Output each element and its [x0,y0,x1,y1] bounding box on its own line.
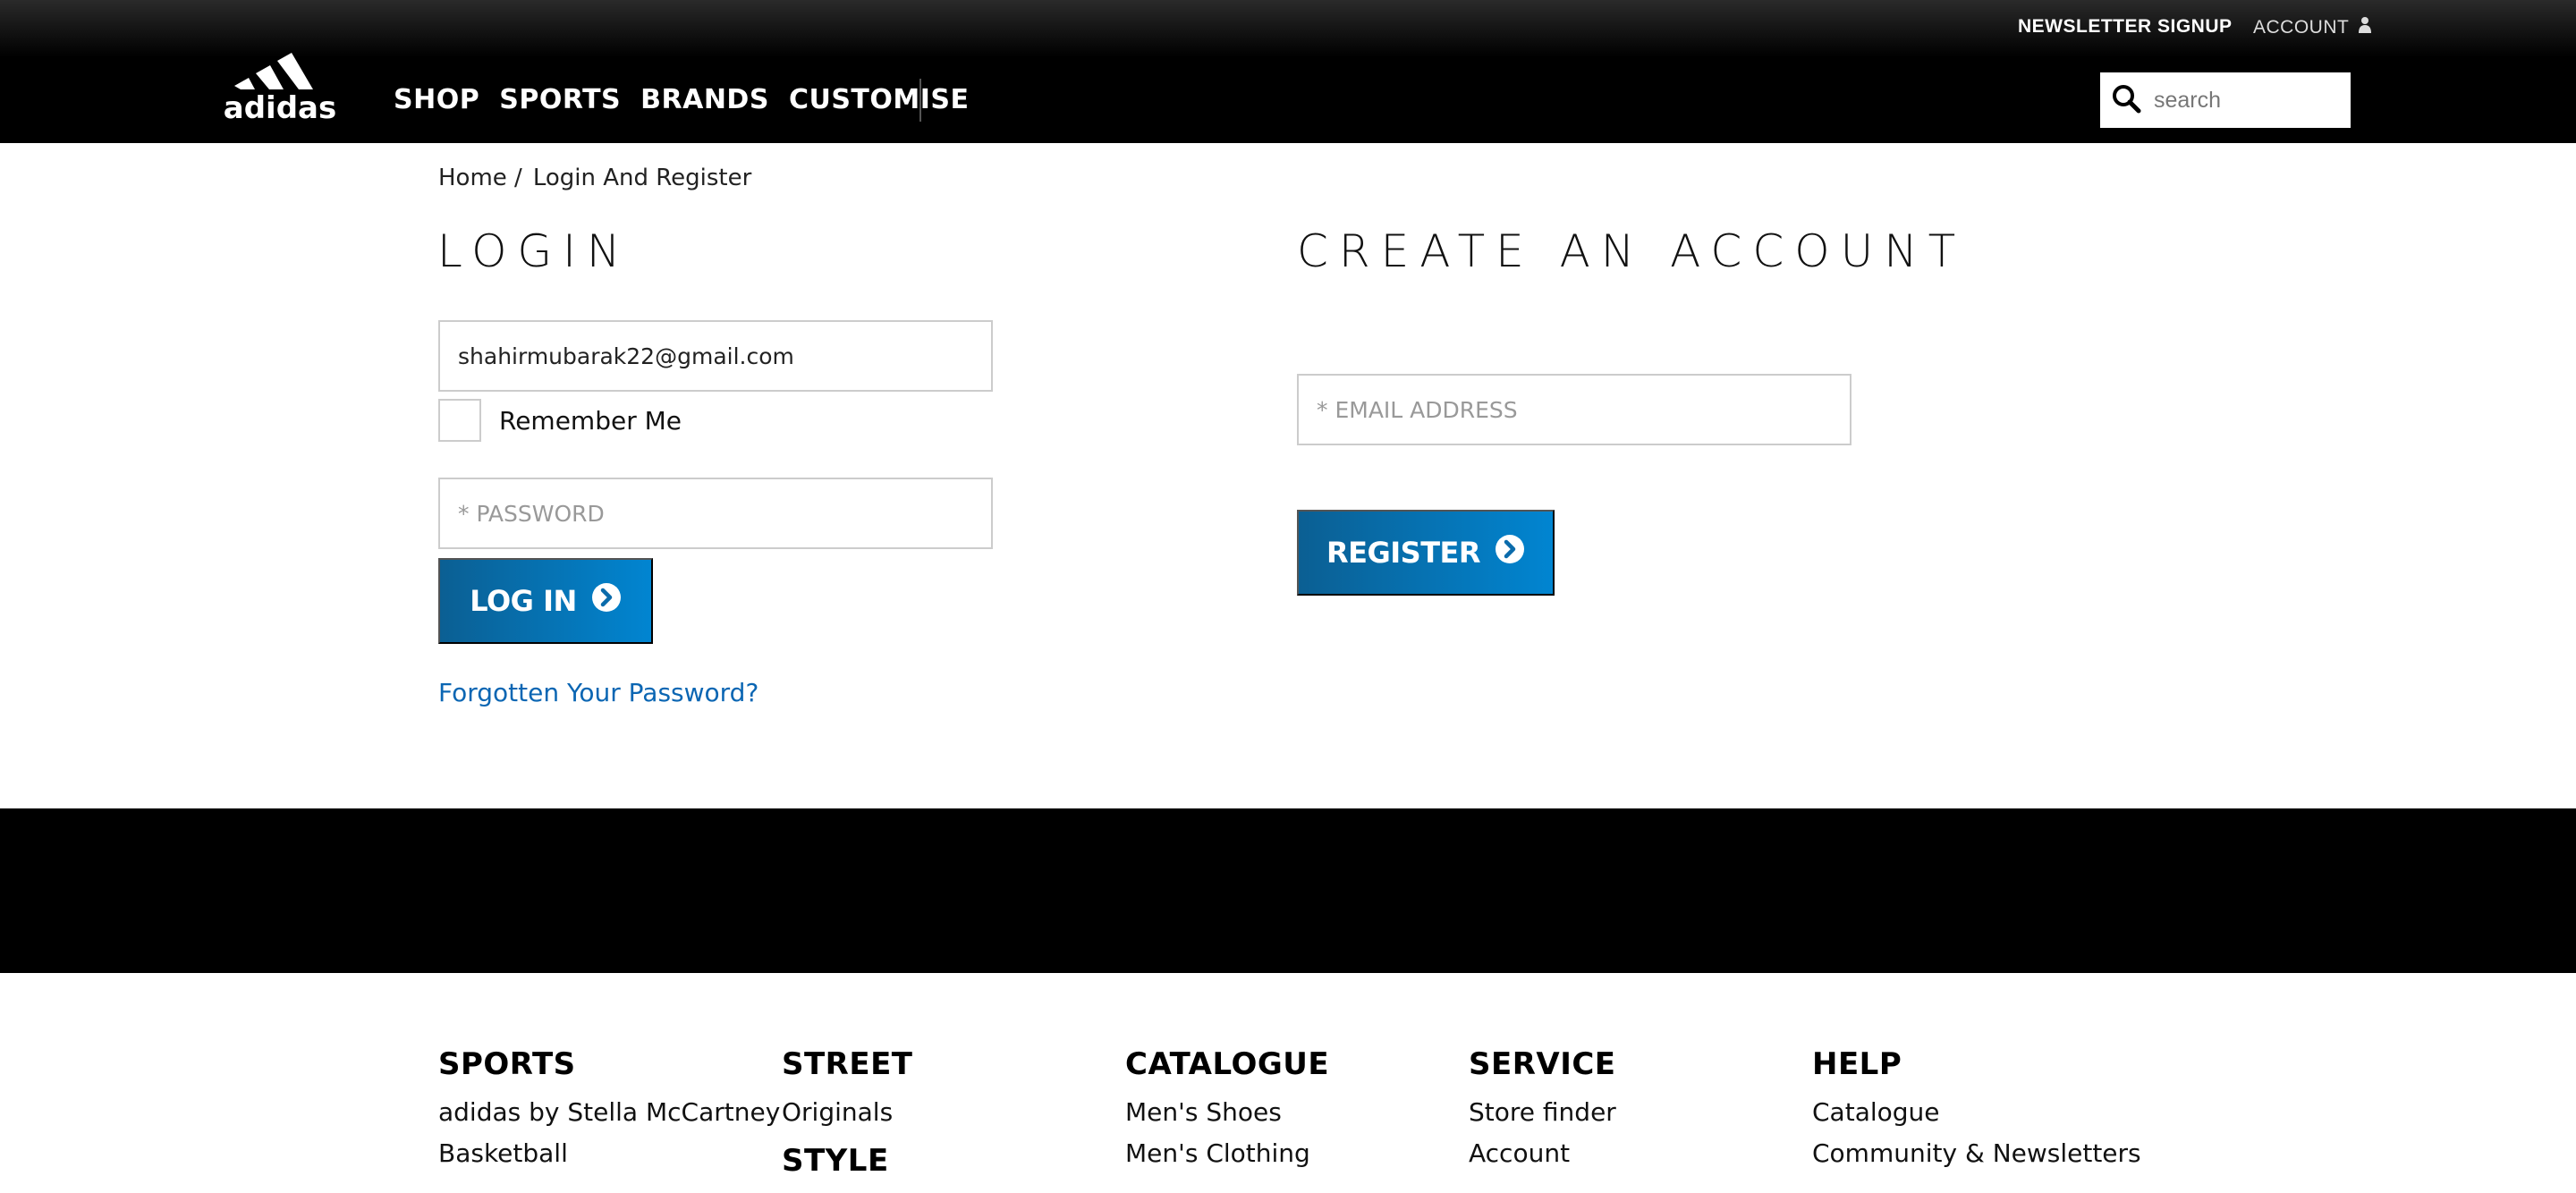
footer-service: SERVICE Store finder Account [1469,1046,1616,1179]
remember-me-label: Remember Me [499,405,682,436]
create-account-title: CREATE AN ACCOUNT [1297,225,1967,277]
nav-items: SHOP SPORTS BRANDS CUSTOMISE [394,84,989,115]
promo-band [0,808,2576,973]
login-button-label: LOG IN [470,584,577,618]
breadcrumb-home[interactable]: Home / [438,165,522,191]
footer-link[interactable]: Catalogue [1812,1096,2141,1129]
newsletter-signup-link[interactable]: NEWSLETTER SIGNUP [2018,16,2233,38]
footer-catalogue-title: CATALOGUE [1125,1046,1330,1082]
breadcrumb: Home / Login And Register [438,165,751,191]
register-button[interactable]: REGISTER [1297,510,1555,596]
footer-link[interactable]: Originals [782,1096,913,1129]
nav-shop[interactable]: SHOP [394,84,479,115]
password-field[interactable] [438,478,993,549]
footer-link[interactable]: adidas by Stella McCartney [438,1096,780,1129]
footer-style-title: STYLE [782,1143,889,1179]
login-button[interactable]: LOG IN [438,558,653,644]
footer-service-title: SERVICE [1469,1046,1616,1082]
register-email-field[interactable] [1297,374,1852,445]
password-input[interactable] [458,500,991,527]
footer-help-title: HELP [1812,1046,1902,1082]
login-title: LOGIN [437,225,631,277]
footer-sports: SPORTS adidas by Stella McCartney Basket… [438,1046,780,1179]
logo-wordmark: adidas [224,90,336,122]
remember-me: Remember Me [438,399,682,442]
forgot-password-link[interactable]: Forgotten Your Password? [438,678,758,707]
footer-link[interactable]: Men's Shoes [1125,1096,1329,1129]
user-icon [2358,16,2372,39]
login-email-field[interactable] [438,320,993,392]
search-input[interactable] [2154,87,2342,114]
nav-divider [919,79,921,122]
footer-street-title: STREET [782,1046,913,1082]
login-email-input[interactable] [458,343,991,369]
footer-link[interactable]: Basketball [438,1138,780,1170]
register-button-label: REGISTER [1326,536,1481,570]
footer-catalogue: CATALOGUE Men's Shoes Men's Clothing [1125,1046,1329,1179]
footer-link[interactable]: Men's Clothing [1125,1138,1329,1170]
remember-me-checkbox[interactable] [438,399,481,442]
footer-help: HELP Catalogue Community & Newsletters [1812,1046,2141,1179]
top-bar: NEWSLETTER SIGNUP ACCOUNT [0,0,2576,57]
nav-brands[interactable]: BRANDS [640,84,769,115]
nav-sports[interactable]: SPORTS [499,84,621,115]
register-email-input[interactable] [1317,396,1850,423]
account-label: ACCOUNT [2253,17,2350,38]
footer-street: STREET Originals STYLE [782,1046,913,1193]
arrow-circle-right-icon [1495,534,1525,571]
footer-link[interactable]: Account [1469,1138,1616,1170]
footer-link[interactable]: Community & Newsletters [1812,1138,2141,1170]
adidas-logo[interactable]: adidas [222,32,338,126]
search-icon[interactable] [2111,83,2141,117]
arrow-circle-right-icon [591,582,622,620]
breadcrumb-current: Login And Register [532,165,752,191]
footer-sports-title: SPORTS [438,1046,576,1082]
account-link[interactable]: ACCOUNT [2253,16,2372,39]
footer-link[interactable]: Store finder [1469,1096,1616,1129]
search-box[interactable] [2100,72,2351,128]
main-navigation: adidas SHOP SPORTS BRANDS CUSTOMISE [0,53,2576,143]
nav-customise[interactable]: CUSTOMISE [789,84,970,115]
